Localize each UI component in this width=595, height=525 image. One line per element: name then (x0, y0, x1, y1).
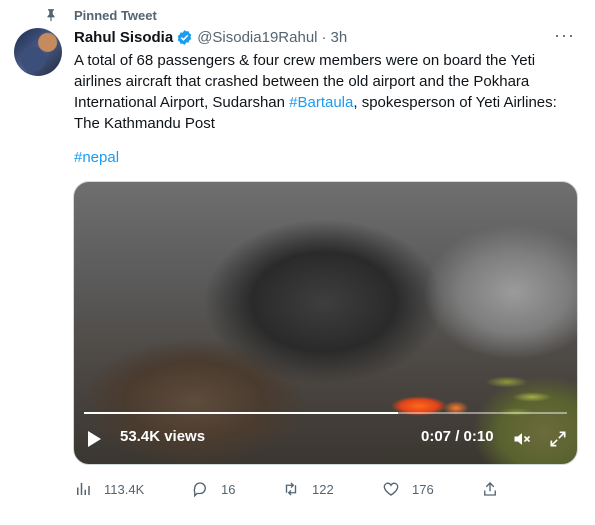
video-timecode: 0:07 / 0:10 (421, 428, 494, 445)
tweet-text: A total of 68 passengers & four crew mem… (74, 50, 579, 134)
pin-icon (44, 8, 58, 22)
volume-muted-icon[interactable] (511, 429, 533, 449)
author-name[interactable]: Rahul Sisodia (74, 29, 173, 46)
like-button[interactable]: 176 (382, 479, 434, 499)
reply-button[interactable]: 16 (191, 479, 235, 499)
fullscreen-icon[interactable] (548, 429, 568, 449)
tweet-timestamp[interactable]: 3h (331, 29, 348, 46)
share-icon (484, 482, 496, 496)
avatar[interactable] (14, 28, 62, 76)
heart-icon (383, 482, 399, 496)
hashtag-link-bartaula[interactable]: #Bartaula (289, 94, 353, 111)
pinned-tweet-indicator: Pinned Tweet (44, 6, 157, 24)
retweet-icon (285, 482, 297, 496)
share-button[interactable] (481, 479, 499, 499)
author-handle[interactable]: @Sisodia19Rahul (197, 29, 317, 46)
video-player[interactable]: 53.4K views 0:07 / 0:10 (73, 181, 578, 465)
tweet-actions: 113.4K 16 122 176 (74, 479, 504, 499)
reply-icon (193, 482, 206, 498)
views-button[interactable]: 113.4K (74, 479, 144, 499)
analytics-icon (77, 483, 90, 495)
video-view-count: 53.4K views (120, 428, 206, 445)
reply-count: 16 (221, 481, 236, 497)
retweet-button[interactable]: 122 (282, 479, 334, 499)
pinned-label: Pinned Tweet (74, 7, 157, 23)
video-controls: 53.4K views 0:07 / 0:10 (74, 414, 577, 464)
verified-badge-icon (177, 29, 192, 45)
views-count: 113.4K (104, 481, 145, 497)
more-options-icon[interactable]: ··· (554, 26, 575, 44)
hashtag-link-nepal[interactable]: #nepal (74, 147, 119, 168)
play-icon[interactable] (88, 431, 101, 447)
tweet-header: Rahul Sisodia @Sisodia19Rahul · 3h ··· (74, 26, 581, 47)
like-count: 176 (412, 481, 434, 497)
retweet-count: 122 (312, 481, 334, 497)
separator-dot: · (321, 28, 327, 46)
